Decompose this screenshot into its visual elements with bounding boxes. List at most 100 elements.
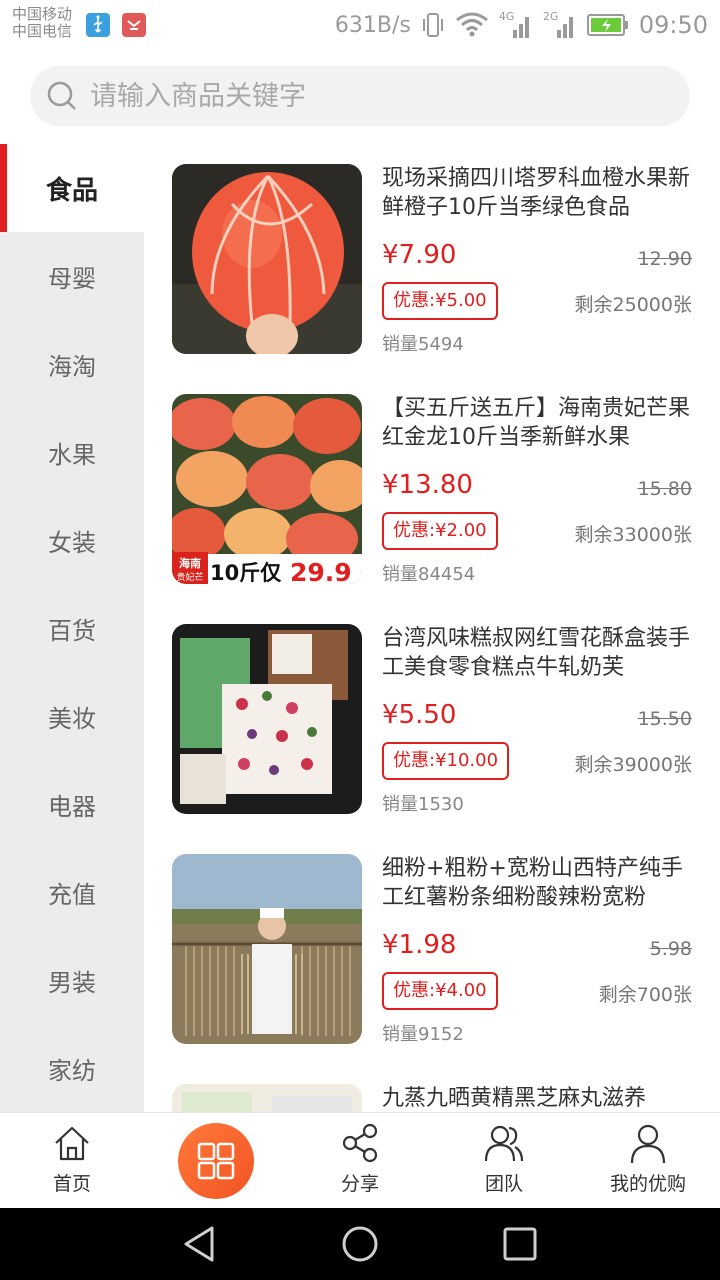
share-icon [342, 1123, 378, 1163]
category-label: 男装 [48, 968, 96, 997]
product-card[interactable]: 现场采摘四川塔罗科血橙水果新鲜橙子10斤当季绿色食品 ¥7.90 12.90 优… [144, 144, 720, 374]
tab-team-label: 团队 [484, 1173, 523, 1195]
category-sidebar: 食品 母婴 海淘 水果 女装 百货 美妆 电器 充值 男装 家纺 [0, 144, 144, 1112]
tab-mine-label: 我的优购 [609, 1173, 686, 1195]
tab-home[interactable]: 首页 [0, 1113, 144, 1209]
tab-mine[interactable]: 我的优购 [576, 1113, 720, 1209]
product-title[interactable]: 现场采摘四川塔罗科血橙水果新鲜橙子10斤当季绿色食品 [382, 164, 694, 222]
mango-promo-text: 10斤仅 [210, 561, 282, 584]
product-list: 现场采摘四川塔罗科血橙水果新鲜橙子10斤当季绿色食品 ¥7.90 12.90 优… [144, 144, 720, 1112]
product-original-price: 12.90 [637, 248, 692, 270]
back-icon [184, 1226, 214, 1262]
category-label: 家纺 [48, 1056, 96, 1085]
category-label: 美妆 [48, 704, 96, 733]
product-card[interactable]: 九蒸九晒黄精黑芝麻丸滋养 [144, 1064, 720, 1112]
category-label: 食品 [45, 175, 98, 206]
usb-icon [86, 13, 110, 37]
net-speed: 631B/s [334, 12, 411, 38]
team-icon [484, 1125, 524, 1162]
search-icon [47, 81, 76, 110]
product-title[interactable]: 细粉+粗粉+宽粉山西特产纯手工红薯粉条细粉酸辣粉宽粉 [382, 854, 694, 912]
tab-team[interactable]: 团队 [432, 1113, 576, 1209]
product-image-blood-orange[interactable] [172, 164, 362, 354]
search-input[interactable] [90, 80, 650, 112]
product-card[interactable]: 细粉+粗粉+宽粉山西特产纯手工红薯粉条细粉酸辣粉宽粉 ¥1.98 5.98 优惠… [144, 834, 720, 1064]
carrier-primary: 中国移动 [12, 5, 73, 23]
category-overseas[interactable]: 海淘 [0, 320, 144, 408]
product-original-price: 15.80 [637, 478, 692, 500]
mango-tag-text-2: 贵妃芒 [176, 571, 203, 583]
system-nav-bar [0, 1208, 720, 1280]
category-center-button[interactable] [178, 1123, 254, 1199]
sales-count: 销量84454 [382, 564, 476, 585]
bottom-tab-bar: 首页 分享 团队 我的优购 [0, 1112, 720, 1208]
vibrate-icon [422, 13, 443, 37]
category-menswear[interactable]: 男装 [0, 936, 144, 1024]
category-label: 百货 [48, 616, 96, 645]
tab-home-label: 首页 [52, 1173, 91, 1195]
product-price: ¥1.98 [382, 930, 457, 960]
category-beauty[interactable]: 美妆 [0, 672, 144, 760]
sales-count: 销量1530 [382, 794, 464, 815]
product-price: ¥13.80 [382, 470, 473, 500]
sales-count: 销量9152 [382, 1024, 464, 1045]
coupon-remaining: 剩余33000张 [574, 524, 692, 546]
home-nav-button[interactable] [340, 1224, 380, 1264]
product-price: ¥7.90 [382, 240, 457, 270]
product-original-price: 5.98 [649, 938, 692, 960]
category-appliances[interactable]: 电器 [0, 760, 144, 848]
coupon-badge[interactable]: 优惠:¥2.00 [382, 512, 498, 550]
battery-charging-icon [586, 14, 628, 36]
category-recharge[interactable]: 充值 [0, 848, 144, 936]
category-womenswear[interactable]: 女装 [0, 496, 144, 584]
wifi-icon [455, 12, 488, 37]
square-recents-icon [503, 1227, 537, 1261]
status-right: 631B/s 4G 2G 09:50 [335, 0, 708, 50]
coupon-badge[interactable]: 优惠:¥5.00 [382, 282, 498, 320]
tab-share-label: 分享 [340, 1173, 379, 1195]
net-type-2g: 2G [542, 10, 559, 23]
coupon-remaining: 剩余39000张 [574, 754, 692, 776]
category-label: 海淘 [48, 352, 96, 381]
coupon-badge[interactable]: 优惠:¥4.00 [382, 972, 498, 1010]
product-image-snowflake-crisp[interactable] [172, 624, 362, 814]
product-title[interactable]: 【买五斤送五斤】海南贵妃芒果红金龙10斤当季新鲜水果 [382, 394, 694, 452]
coupon-badge[interactable]: 优惠:¥10.00 [382, 742, 510, 780]
sales-count: 销量5494 [382, 334, 464, 355]
category-hometextile[interactable]: 家纺 [0, 1024, 144, 1112]
signal-4g-group: 4G [499, 10, 533, 40]
net-type-4g: 4G [498, 10, 515, 23]
category-label: 女装 [48, 528, 96, 557]
coupon-remaining: 剩余25000张 [574, 294, 692, 316]
product-image-mango[interactable]: 海南 贵妃芒 10斤仅 29.9 [172, 394, 362, 584]
recents-button[interactable] [500, 1224, 540, 1264]
carrier-secondary: 中国电信 [12, 22, 73, 40]
category-baby[interactable]: 母婴 [0, 232, 144, 320]
search-bar[interactable] [30, 66, 690, 126]
category-label: 电器 [48, 792, 96, 821]
category-label: 水果 [48, 440, 96, 469]
product-image-sesame-balls[interactable] [172, 1084, 362, 1112]
clock: 09:50 [638, 11, 708, 39]
category-fruit[interactable]: 水果 [0, 408, 144, 496]
mango-promo-price: 29.9 [290, 558, 352, 584]
product-card[interactable]: 台湾风味糕叔网红雪花酥盒装手工美食零食糕点牛轧奶芙 ¥5.50 15.50 优惠… [144, 604, 720, 834]
category-food[interactable]: 食品 [0, 144, 144, 232]
mango-tag-text: 海南 [179, 556, 201, 570]
status-bar: 中国移动 中国电信 631B/s 4G 2G 09:50 [0, 0, 720, 50]
product-original-price: 15.50 [637, 708, 692, 730]
signal-2g-group: 2G [543, 10, 577, 40]
tab-share[interactable]: 分享 [288, 1113, 432, 1209]
product-title[interactable]: 台湾风味糕叔网红雪花酥盒装手工美食零食糕点牛轧奶芙 [382, 624, 694, 682]
category-label: 充值 [48, 880, 96, 909]
grid-icon [197, 1142, 235, 1180]
category-general[interactable]: 百货 [0, 584, 144, 672]
product-image-sweet-potato-noodles[interactable] [172, 854, 362, 1044]
profile-icon [630, 1124, 666, 1164]
back-button[interactable] [180, 1224, 220, 1264]
category-label: 母婴 [48, 264, 96, 293]
product-price: ¥5.50 [382, 700, 457, 730]
circle-home-icon [342, 1226, 378, 1262]
product-card[interactable]: 海南 贵妃芒 10斤仅 29.9 【买五斤送五斤】海南贵妃芒果红金龙10斤当季新… [144, 374, 720, 604]
product-title[interactable]: 九蒸九晒黄精黑芝麻丸滋养 [382, 1084, 694, 1112]
